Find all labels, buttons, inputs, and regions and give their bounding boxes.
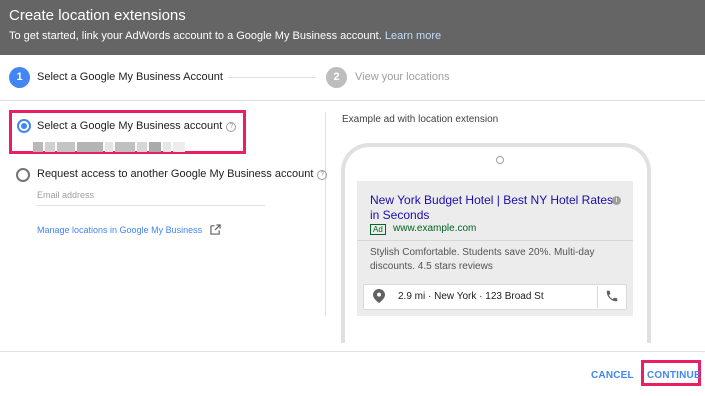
- redacted-account-name: [33, 139, 187, 152]
- step-1-label: Select a Google My Business Account: [37, 71, 223, 83]
- request-access-option[interactable]: Request access to another Google My Busi…: [37, 168, 328, 180]
- example-heading: Example ad with location extension: [342, 114, 499, 125]
- dialog-subtitle: To get started, link your AdWords accoun…: [9, 30, 441, 42]
- stepper: 1 Select a Google My Business Account 2 …: [0, 55, 705, 101]
- phone-camera: [496, 156, 504, 164]
- email-field-underline: [37, 205, 265, 206]
- dialog-header: Create location extensions To get starte…: [0, 0, 705, 55]
- step-2-label: View your locations: [355, 71, 450, 83]
- location-text: 2.9 mi · New York · 123 Broad St: [398, 291, 544, 302]
- continue-button[interactable]: CONTINUE: [647, 370, 701, 381]
- step-2-number: 2: [326, 67, 347, 88]
- ad-badge: Ad: [370, 224, 386, 235]
- ad-headline: New York Budget Hotel | Best NY Hotel Ra…: [370, 193, 614, 222]
- manage-locations-link[interactable]: Manage locations in Google My Business: [37, 225, 202, 235]
- dialog-title: Create location extensions: [9, 7, 186, 24]
- help-icon[interactable]: ?: [317, 170, 328, 180]
- ad-divider: [357, 240, 633, 241]
- cancel-button[interactable]: CANCEL: [591, 370, 634, 381]
- panel-divider: [325, 112, 326, 316]
- select-account-radio[interactable]: [17, 119, 31, 133]
- select-account-option[interactable]: Select a Google My Business account?: [37, 120, 237, 132]
- step-connector: [228, 77, 316, 78]
- ad-display-url: www.example.com: [393, 223, 477, 234]
- request-access-label: Request access to another Google My Busi…: [37, 168, 314, 180]
- subtitle-text: To get started, link your AdWords accoun…: [9, 30, 382, 42]
- ad-description: Stylish Comfortable. Students save 20%. …: [370, 247, 595, 272]
- external-link-icon[interactable]: [210, 224, 221, 235]
- request-access-radio[interactable]: [16, 168, 30, 182]
- phone-icon: [606, 290, 618, 302]
- footer-divider: [0, 351, 705, 352]
- select-account-label: Select a Google My Business account: [37, 120, 223, 132]
- help-icon[interactable]: ?: [226, 122, 237, 132]
- learn-more-link[interactable]: Learn more: [385, 30, 441, 42]
- info-icon: i: [612, 196, 621, 205]
- map-pin-icon: [373, 289, 385, 303]
- email-field[interactable]: Email address: [37, 190, 94, 200]
- location-divider: [597, 286, 598, 308]
- step-1-number: 1: [9, 67, 30, 88]
